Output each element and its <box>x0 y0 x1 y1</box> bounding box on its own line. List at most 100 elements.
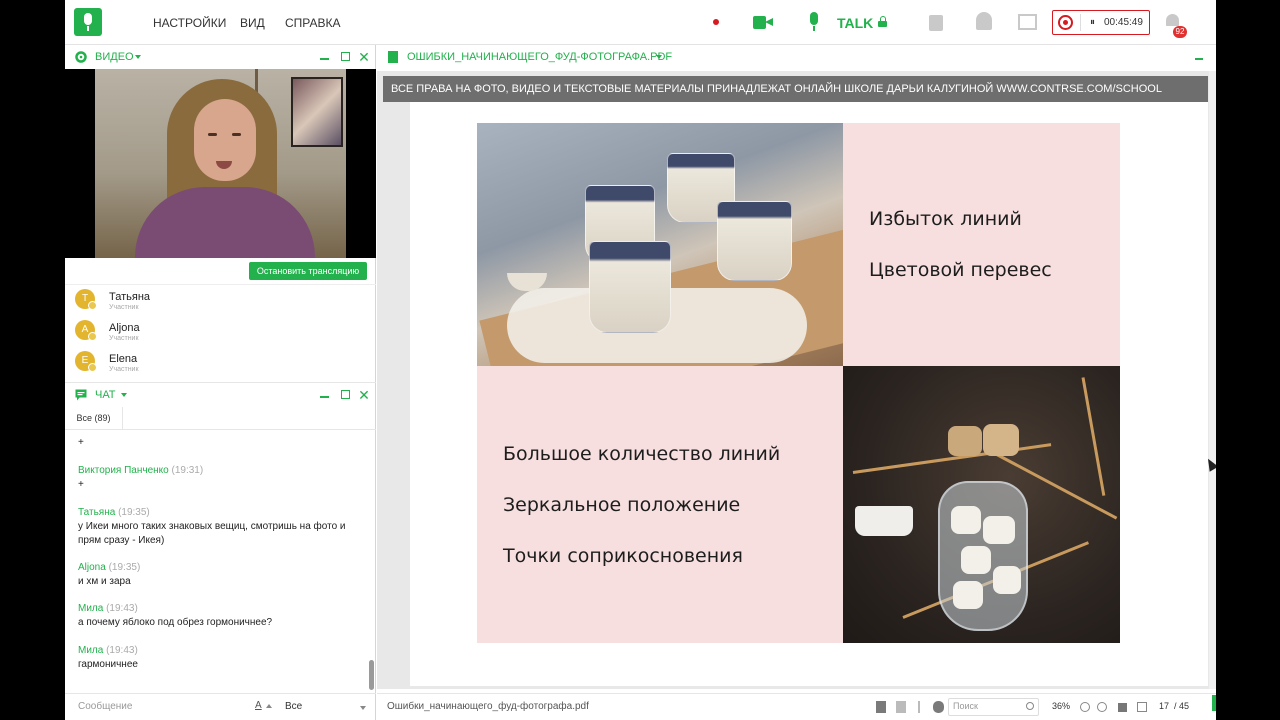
document-panel: ОШИБКИ_НАЧИНАЮЩЕГО_ФУД-ФОТОГРАФА.PDF Изб… <box>377 45 1216 720</box>
video-panel-header: ВИДЕО ✕ <box>65 45 376 69</box>
avatar: A <box>75 320 97 341</box>
chat-scrollbar[interactable] <box>369 660 374 690</box>
camera-icon[interactable] <box>753 16 773 29</box>
document-panel-header: ОШИБКИ_НАЧИНАЮЩЕГО_ФУД-ФОТОГРАФА.PDF <box>377 45 1216 69</box>
document-filename: Ошибки_начинающего_фуд-фотографа.pdf <box>387 701 589 712</box>
participant-item[interactable]: Т Татьяна Участник <box>65 285 376 316</box>
play-media-icon[interactable] <box>929 15 943 31</box>
slide-text-line: Зеркальное положение <box>503 494 741 516</box>
message-text: и хм и зара <box>78 576 131 587</box>
record-time: 00:45:49 <box>1104 17 1143 28</box>
participant-item[interactable]: A Aljona Участник <box>65 316 376 347</box>
record-control[interactable]: ⏸ 00:45:49 <box>1052 10 1150 35</box>
chat-input-bar: Сообщение A Все <box>65 693 376 720</box>
recording-indicator-icon <box>713 19 719 25</box>
message-input[interactable]: Сообщение <box>78 701 132 712</box>
document-page: Избыток линий Цветовой перевес Большое к… <box>410 76 1208 686</box>
record-icon[interactable] <box>1058 15 1073 30</box>
participants-list: Т Татьяна Участник A Aljona Участник E E… <box>65 284 376 380</box>
participant-name: Elena <box>109 353 138 365</box>
zoom-level: 36% <box>1052 701 1071 711</box>
slide-text-line: Цветовой перевес <box>869 259 1052 281</box>
participant-role: Участник <box>109 335 139 342</box>
avatar: E <box>75 351 97 372</box>
fit-page-icon[interactable] <box>1118 703 1127 712</box>
chat-panel-title: ЧАТ <box>95 389 116 401</box>
chevron-down-icon[interactable] <box>135 55 141 59</box>
slide-text-line: Избыток линий <box>869 208 1022 230</box>
slide-text-line: Точки соприкосновения <box>503 545 743 567</box>
menu-help[interactable]: СПРАВКА <box>285 16 341 30</box>
participant-name: Татьяна <box>109 291 151 303</box>
search-icon[interactable] <box>1026 702 1034 710</box>
hand-icon[interactable] <box>933 701 944 713</box>
text-cursor-icon[interactable] <box>918 701 920 713</box>
zoom-out-icon[interactable] <box>1097 702 1107 712</box>
gear-icon[interactable] <box>75 51 87 63</box>
search-input[interactable]: Поиск <box>948 698 1039 716</box>
close-icon[interactable]: ✕ <box>358 50 370 64</box>
message-text: а почему яблоко под обрез гормоничнее? <box>78 617 273 628</box>
lock-icon[interactable] <box>878 16 887 27</box>
close-icon[interactable]: ✕ <box>358 388 370 402</box>
tab-all[interactable]: Все (89) <box>65 407 123 430</box>
document-status-bar: Ошибки_начинающего_фуд-фотографа.pdf Пои… <box>377 693 1216 720</box>
avatar: Т <box>75 289 97 310</box>
chevron-down-icon[interactable] <box>656 55 662 59</box>
microphone-icon[interactable] <box>809 12 819 32</box>
text-format-icon[interactable]: A <box>255 700 262 711</box>
message-text: гармоничнее <box>78 659 138 670</box>
notification-badge: 92 <box>1173 26 1187 38</box>
chevron-down-icon[interactable] <box>121 393 127 397</box>
app-window: НАСТРОЙКИ ВИД СПРАВКА TALK ⏸ 00:45:49 92… <box>65 0 1216 720</box>
zoom-in-icon[interactable] <box>1080 702 1090 712</box>
recipient-select[interactable]: Все <box>285 701 302 712</box>
add-user-icon[interactable] <box>976 12 992 30</box>
app-logo-icon[interactable] <box>74 8 102 36</box>
participant-item[interactable]: E Elena Участник <box>65 347 376 378</box>
slide-text-top-right: Избыток линий Цветовой перевес <box>843 123 1120 366</box>
chat-panel-header: ЧАТ ✕ <box>65 382 376 406</box>
bookmark-icon[interactable] <box>876 701 886 713</box>
message-text: + <box>78 437 84 448</box>
stop-broadcast-button[interactable]: Остановить трансляцию <box>249 262 367 280</box>
pause-icon[interactable]: ⏸ <box>1090 17 1095 28</box>
panel-edge-handle[interactable] <box>1212 695 1216 711</box>
list-icon[interactable] <box>896 701 906 713</box>
video-panel-title: ВИДЕО <box>95 51 134 63</box>
copyright-banner: ВСЕ ПРАВА НА ФОТО, ВИДЕО И ТЕКСТОВЫЕ МАТ… <box>383 76 1208 102</box>
chevron-down-icon[interactable] <box>360 706 366 710</box>
minimize-icon[interactable] <box>319 50 331 64</box>
layout-icon[interactable] <box>1018 14 1037 30</box>
top-bar: НАСТРОЙКИ ВИД СПРАВКА TALK ⏸ 00:45:49 92 <box>65 0 1216 45</box>
chevron-up-icon[interactable] <box>266 704 272 708</box>
participant-role: Участник <box>109 304 139 311</box>
video-feed <box>65 69 376 258</box>
chat-messages: + Виктория Панченко (19:31) + Татьяна (1… <box>65 431 376 689</box>
maximize-icon[interactable] <box>340 388 352 402</box>
left-panel: ВИДЕО ✕ Остановить трансляцию Т Татьяна <box>65 45 376 720</box>
menu-view[interactable]: ВИД <box>240 16 265 30</box>
maximize-icon[interactable] <box>340 50 352 64</box>
fullscreen-icon[interactable] <box>1137 702 1147 712</box>
document-scrollbar[interactable] <box>1209 71 1216 689</box>
slide-text-bottom-left: Большое количество линий Зеркальное поло… <box>477 366 843 643</box>
page-indicator: 17 / 45 <box>1159 701 1190 711</box>
minimize-icon[interactable] <box>319 388 331 402</box>
talk-label[interactable]: TALK <box>837 15 873 31</box>
menu-settings[interactable]: НАСТРОЙКИ <box>153 16 226 30</box>
document-title: ОШИБКИ_НАЧИНАЮЩЕГО_ФУД-ФОТОГРАФА.PDF <box>407 51 673 63</box>
marshmallow-photo <box>843 366 1120 643</box>
participant-role: Участник <box>109 366 139 373</box>
current-page[interactable]: 17 <box>1159 701 1169 711</box>
message-author: Мила (19:43) <box>78 645 138 656</box>
message-author: Aljona (19:35) <box>78 562 141 573</box>
slide-text-line: Большое количество линий <box>503 443 781 465</box>
chat-icon <box>75 389 87 401</box>
message-text: + <box>78 479 84 490</box>
minimize-icon[interactable] <box>1195 58 1203 60</box>
participant-name: Aljona <box>109 322 140 334</box>
message-author: Татьяна (19:35) <box>78 507 150 518</box>
chat-tabs: Все (89) <box>65 407 376 430</box>
message-author: Мила (19:43) <box>78 603 138 614</box>
